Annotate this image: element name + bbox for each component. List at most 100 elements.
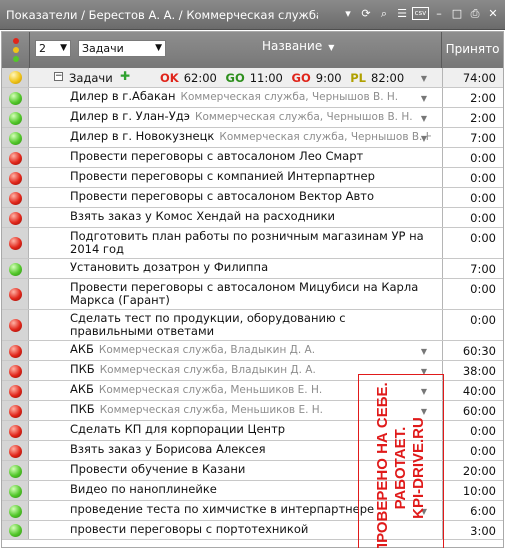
csv-icon[interactable]: csv (412, 7, 429, 20)
level-select-value: 2 (39, 42, 46, 55)
task-title: ПКБ (70, 363, 95, 376)
accepted-cell: 0:00 (442, 441, 503, 460)
accepted-cell: 6:00 (442, 501, 503, 520)
task-row[interactable]: АКБ Коммерческая служба, Владыкин Д. А. ▼ 6… (2, 341, 503, 361)
search-icon[interactable]: ⌕ (376, 6, 392, 22)
task-owner: Коммерческая служба, Меньшиков Е. Н. (98, 384, 323, 396)
list-icon[interactable]: ☰ (394, 6, 410, 22)
task-row[interactable]: Подготовить план работы по розничным маг… (2, 228, 503, 259)
task-name[interactable]: Провести переговоры с автосалоном Вектор… (70, 190, 431, 203)
accepted-cell: 0:00 (442, 168, 503, 187)
status-cell (2, 208, 29, 227)
chevron-down-icon[interactable]: ▼ (421, 114, 427, 123)
task-name[interactable]: АКБ Коммерческая служба, Владыкин Д. А. (70, 343, 431, 357)
task-title: Дилер в г. Улан-Удэ (70, 110, 190, 123)
level-select[interactable]: 2 ▼ (35, 40, 71, 57)
accepted-cell: 7:00 (442, 259, 503, 278)
status-green-icon (9, 524, 22, 537)
print-icon[interactable]: ⎙ (467, 6, 483, 22)
ok-value: 62:00 (183, 71, 217, 85)
refresh-icon[interactable]: ⟳ (358, 6, 374, 22)
window-title: Показатели / Берестов А. А. / Коммерческ… (6, 8, 318, 22)
status-red-icon (9, 212, 22, 225)
status-cell (2, 361, 29, 380)
task-owner: Коммерческая служба, Владыкин Д. А. (99, 364, 316, 376)
accepted-cell: 0:00 (442, 279, 503, 309)
task-title: Дилер в г. Новокузнецк (70, 130, 215, 143)
status-red-icon (9, 445, 22, 458)
task-title: Подготовить план работы по розничным маг… (70, 230, 424, 256)
task-name[interactable]: Провести переговоры с компанией Интерпар… (70, 170, 431, 183)
chevron-down-icon[interactable]: ▼ (421, 94, 427, 103)
task-title: Взять заказ у Комос Хендай на расходники (70, 210, 336, 223)
task-row[interactable]: Дилер в г.Абакан Коммерческая служба, Чер… (2, 88, 503, 108)
task-title: Дилер в г.Абакан (70, 90, 176, 103)
traffic-light-icon (8, 36, 26, 64)
task-name[interactable]: Провести переговоры с автосалоном Лео См… (70, 150, 431, 163)
task-row[interactable]: Взять заказ у Комос Хендай на расходники… (2, 208, 503, 228)
accepted-cell: 7:00 (442, 128, 503, 147)
task-title: проведение теста по химчистке в интерпар… (70, 503, 375, 516)
task-title: Провести переговоры с автосалоном Вектор… (70, 190, 375, 203)
chevron-down-icon[interactable]: ▼ (421, 347, 427, 356)
group-stats: OK 62:00 GO 11:00 GO 9:00 PL 82:00 (160, 71, 409, 85)
status-cell (2, 521, 29, 539)
task-row[interactable]: Провести переговоры с автосалоном Лео См… (2, 148, 503, 168)
accepted-cell: 2:00 (442, 88, 503, 107)
status-cell (2, 501, 29, 520)
task-row[interactable]: Дилер в г. Улан-Удэ Коммерческая служба, … (2, 108, 503, 128)
status-red-icon (9, 288, 22, 301)
accepted-cell: 20:00 (442, 461, 503, 480)
task-row[interactable]: Провести переговоры с автосалоном Вектор… (2, 188, 503, 208)
view-select[interactable]: Задачи ▼ (78, 40, 166, 57)
column-header-accepted[interactable]: Принято (442, 42, 503, 56)
chevron-down-icon[interactable]: ▾ (340, 6, 356, 22)
status-red-icon (9, 345, 22, 358)
task-name[interactable]: Провести переговоры с автосалоном Мицуби… (70, 281, 431, 307)
task-owner: Коммерческая служба, Чернышов В. Н. (194, 111, 413, 123)
task-title: ПКБ (70, 403, 95, 416)
status-red-icon (9, 385, 22, 398)
task-owner: Коммерческая служба, Чернышов В. Н. (180, 91, 399, 103)
task-row[interactable]: Дилер в г. Новокузнецк Коммерческая служб… (2, 128, 503, 148)
task-row[interactable]: Провести переговоры с компанией Интерпар… (2, 168, 503, 188)
status-cell (2, 68, 29, 87)
column-header-name[interactable]: Название ▼ (262, 39, 334, 53)
task-name[interactable]: Дилер в г. Новокузнецк Коммерческая служб… (70, 130, 431, 144)
accepted-cell: 0:00 (442, 228, 503, 258)
add-task-icon[interactable]: ✚ (120, 69, 130, 83)
accepted-cell: 10:00 (442, 481, 503, 500)
task-name[interactable]: Установить дозатрон у Филиппа (70, 261, 431, 274)
task-row[interactable]: Провести переговоры с автосалоном Мицуби… (2, 279, 503, 310)
task-row[interactable]: Сделать тест по продукции, оборудованию … (2, 310, 503, 341)
chevron-down-icon[interactable]: ▼ (421, 134, 427, 143)
grid-header: 2 ▼ Задачи ▼ Название ▼ Принято (2, 32, 503, 68)
close-icon[interactable]: ✕ (485, 6, 501, 22)
go-label: GO (225, 71, 245, 85)
task-name[interactable]: Подготовить план работы по розничным маг… (70, 230, 431, 256)
task-name[interactable]: Дилер в г.Абакан Коммерческая служба, Чер… (70, 90, 431, 104)
task-name[interactable]: Сделать тест по продукции, оборудованию … (70, 312, 431, 338)
minimize-icon[interactable]: – (431, 6, 447, 22)
task-name[interactable]: Взять заказ у Комос Хендай на расходники (70, 210, 431, 223)
status-red-icon (9, 237, 22, 250)
task-owner: Коммерческая служба, Чернышов В. Н. (219, 131, 431, 143)
task-title: Провести обучение в Казани (70, 463, 246, 476)
chevron-down-icon[interactable]: ▼ (421, 74, 427, 83)
chevron-down-icon: ▼ (60, 43, 67, 53)
task-name[interactable]: Дилер в г. Улан-Удэ Коммерческая служба, … (70, 110, 431, 124)
task-row[interactable]: Установить дозатрон у Филиппа 7:00 (2, 259, 503, 279)
task-title: АКБ (70, 343, 94, 356)
window-titlebar: Показатели / Берестов А. А. / Коммерческ… (0, 0, 505, 30)
pl-label: PL (350, 71, 366, 85)
status-cell (2, 279, 29, 309)
status-green-icon (9, 112, 22, 125)
status-cell (2, 188, 29, 207)
maximize-icon[interactable]: □ (449, 6, 465, 22)
group-name: Задачи (69, 71, 113, 85)
collapse-toggle-icon[interactable]: − (54, 72, 63, 81)
view-select-value: Задачи (82, 42, 124, 55)
status-cell (2, 148, 29, 167)
group-row-tasks[interactable]: − Задачи ✚ OK 62:00 GO 11:00 GO 9:00 PL 82:0… (2, 68, 503, 88)
go2-value: 9:00 (315, 71, 342, 85)
